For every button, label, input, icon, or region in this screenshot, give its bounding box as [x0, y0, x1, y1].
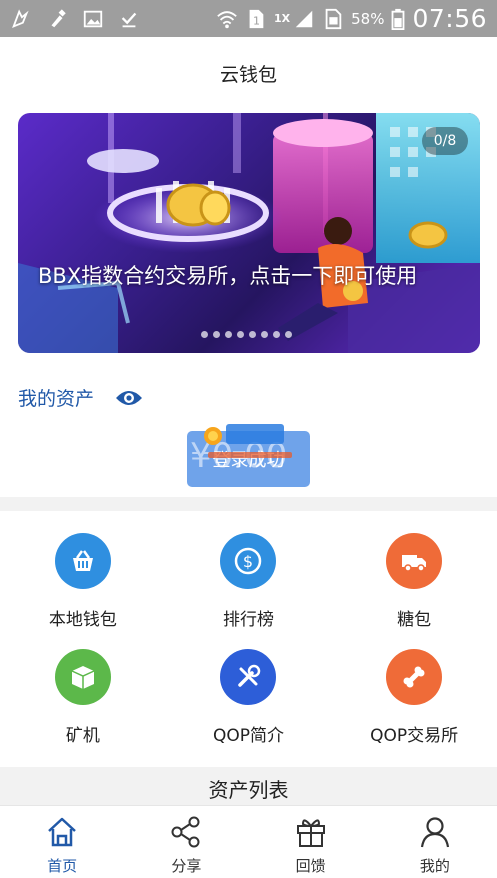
flashlight-icon [46, 8, 68, 30]
carousel-dot[interactable] [285, 331, 292, 338]
clock: 07:56 [412, 4, 487, 33]
svg-text:$: $ [243, 552, 253, 571]
wifi-icon [216, 8, 238, 30]
battery-percent: 58% [351, 9, 385, 28]
grid-item-qop-intro[interactable]: QOP简介 [166, 636, 332, 752]
section-divider [0, 497, 497, 511]
grid-label: 糖包 [397, 610, 432, 630]
grid-item-ranking[interactable]: $ 排行榜 [166, 520, 332, 636]
tab-label: 首页 [47, 857, 78, 875]
basket-icon [54, 533, 111, 589]
tab-mine[interactable]: 我的 [373, 806, 497, 878]
image-icon [82, 8, 104, 30]
tab-home[interactable]: 首页 [0, 806, 124, 878]
grid-item-candy[interactable]: 糖包 [331, 520, 497, 636]
tab-share[interactable]: 分享 [124, 806, 248, 878]
dollar-icon: $ [220, 533, 277, 589]
grid-item-qop-exchange[interactable]: QOP交易所 [331, 636, 497, 752]
tab-label: 回馈 [295, 857, 326, 875]
wrench-icon [220, 649, 277, 705]
carousel-dot[interactable] [213, 331, 220, 338]
grid-label: QOP简介 [212, 726, 284, 746]
eye-icon[interactable] [115, 388, 143, 408]
grid-label: QOP交易所 [370, 726, 459, 746]
feature-grid: 本地钱包 $ 排行榜 糖包 矿机 QOP简介 QOP交易所 [0, 520, 497, 752]
svg-text:1: 1 [253, 14, 260, 27]
assets-header: 我的资产 [18, 384, 143, 411]
grid-label: 矿机 [65, 726, 100, 746]
bottom-tab-bar: 首页 分享 回馈 我的 [0, 805, 497, 878]
sim-card-icon: 1 [245, 8, 267, 30]
carousel-indicator [201, 331, 292, 338]
tab-label: 我的 [419, 857, 450, 875]
banner-carousel[interactable]: 0/8 BBX指数合约交易所，点击一下即可使用 [18, 113, 480, 353]
gift-icon [296, 819, 325, 847]
carousel-dot[interactable] [261, 331, 268, 338]
bone-icon [386, 649, 443, 705]
carousel-dot[interactable] [201, 331, 208, 338]
download-done-icon [118, 8, 140, 30]
flag-icon [10, 8, 32, 30]
login-button[interactable]: 登录成功 [187, 431, 310, 487]
page-title: 云钱包 [219, 63, 277, 86]
home-icon [48, 817, 76, 847]
sim-card-icon [322, 8, 344, 30]
grid-label: 本地钱包 [48, 610, 117, 630]
carousel-dot[interactable] [249, 331, 256, 338]
truck-icon [386, 533, 443, 589]
user-icon [420, 817, 449, 848]
share-icon [171, 816, 200, 848]
banner-illustration [18, 113, 480, 353]
asset-list-title: 资产列表 [0, 767, 497, 805]
battery-icon [391, 8, 405, 30]
banner-counter: 0/8 [422, 127, 468, 155]
carousel-dot[interactable] [237, 331, 244, 338]
status-bar: 1 1X 58% 07:56 [0, 0, 497, 37]
tab-feedback[interactable]: 回馈 [249, 806, 373, 878]
assets-title: 我的资产 [18, 388, 95, 410]
carousel-dot[interactable] [225, 331, 232, 338]
signal-icon [293, 8, 315, 30]
grid-item-local-wallet[interactable]: 本地钱包 [0, 520, 166, 636]
tab-label: 分享 [171, 857, 202, 875]
box-icon [54, 649, 111, 705]
carousel-dot[interactable] [273, 331, 280, 338]
banner-caption: BBX指数合约交易所，点击一下即可使用 [38, 264, 418, 288]
grid-item-miner[interactable]: 矿机 [0, 636, 166, 752]
grid-label: 排行榜 [222, 610, 274, 630]
network-type: 1X [273, 12, 291, 25]
